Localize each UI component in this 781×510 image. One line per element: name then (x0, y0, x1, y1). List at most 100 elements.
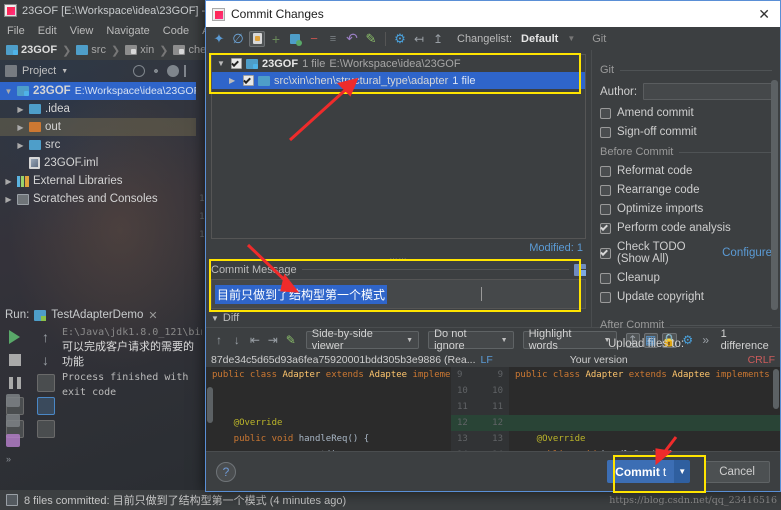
expand-arrow-icon[interactable]: ▶ (229, 76, 239, 85)
print-icon[interactable] (36, 420, 55, 438)
commit-message-input[interactable]: 目前只做到了结构型第一个模式 (211, 279, 586, 309)
ignore-mode-combo[interactable]: Do not ignore ▼ (428, 328, 514, 352)
cleanup-checkbox[interactable] (600, 272, 611, 284)
check-todo-checkbox[interactable] (600, 247, 611, 259)
changed-files-tree[interactable]: ▼ 23GOF 1 file E:\Workspace\idea\23GOF ▶… (211, 54, 586, 239)
menu-item-edit[interactable]: Edit (38, 25, 57, 37)
export-icon[interactable] (6, 394, 20, 407)
move-to-changelist-icon[interactable] (287, 31, 303, 47)
menu-item-code[interactable]: Code (163, 25, 189, 37)
reformat-code-row[interactable]: Reformat code (600, 165, 772, 177)
show-diff-icon[interactable] (249, 30, 265, 47)
author-field[interactable] (643, 83, 772, 100)
tree-row[interactable]: ▶ .idea (0, 100, 196, 118)
diff-section-header[interactable]: ▼ Diff (206, 309, 591, 324)
expand-arrow-icon[interactable]: ▶ (16, 105, 25, 114)
diff-left-scrollbar[interactable] (207, 387, 213, 423)
rearrange-code-row[interactable]: Rearrange code (600, 184, 772, 196)
sign-off-commit-checkbox[interactable] (600, 126, 611, 138)
tree-row[interactable]: ▶ src (0, 136, 196, 154)
edit-source-icon[interactable]: ✎ (284, 333, 298, 348)
collapse-all-icon[interactable]: ↥ (430, 31, 446, 47)
menu-item-navigate[interactable]: Navigate (106, 25, 149, 37)
up-arrow-icon[interactable] (37, 328, 55, 346)
delete-icon[interactable]: − (306, 31, 322, 47)
expand-arrow-icon[interactable]: ▶ (4, 177, 13, 186)
optimize-imports-checkbox[interactable] (600, 203, 611, 215)
expand-arrow-icon[interactable]: ▶ (4, 195, 13, 204)
diff-content[interactable]: public class Adapter extends Adaptee imp… (206, 367, 780, 451)
next-difference-icon[interactable]: ↓ (230, 333, 244, 348)
rerun-button[interactable] (6, 328, 24, 346)
gear-icon[interactable] (167, 65, 179, 77)
tree-row[interactable]: ▼ 23GOF E:\Workspace\idea\23GOF (0, 82, 196, 100)
optimize-imports-row[interactable]: Optimize imports (600, 203, 772, 215)
settings-icon[interactable]: ⚙ (392, 31, 408, 47)
menu-item-view[interactable]: View (70, 25, 94, 37)
perform-code-analysis-checkbox[interactable] (600, 222, 611, 234)
apply-left-icon[interactable]: ⇤ (248, 333, 262, 348)
commit-history-icon[interactable] (574, 263, 587, 277)
close-icon[interactable]: ✕ (148, 309, 157, 322)
splitter-handle[interactable]: ⋯⋯ (206, 254, 591, 263)
file-tree-row[interactable]: ▶ src\xin\chen\structural_type\adapter 1… (212, 72, 585, 89)
expand-all-icon[interactable]: ↤ (411, 31, 427, 47)
update-copyright-row[interactable]: Update copyright (600, 291, 772, 303)
project-tree[interactable]: ▼ 23GOF E:\Workspace\idea\23GOF ▶ .idea … (0, 82, 196, 300)
dialog-toolbar[interactable]: ✦ ∅ + − ≡ ↶ ✎ ⚙ ↤ ↥ Changelist: Default … (206, 27, 780, 50)
expand-arrow-icon[interactable]: ▼ (4, 87, 13, 96)
viewer-mode-combo[interactable]: Side-by-side viewer ▼ (305, 328, 420, 352)
update-copyright-checkbox[interactable] (600, 291, 611, 303)
menu-item-file[interactable]: File (7, 25, 25, 37)
amend-commit-checkbox[interactable] (600, 107, 611, 119)
chevron-down-icon[interactable]: ▼ (61, 68, 68, 75)
tree-row[interactable]: ▶ Scratches and Consoles (0, 190, 196, 208)
breadcrumb-item-src[interactable]: src (76, 44, 106, 56)
add-icon[interactable]: + (268, 31, 284, 47)
diff-right-scrollbar[interactable] (773, 369, 779, 409)
diff-right-pane[interactable]: public class Adapter extends Adaptee imp… (509, 367, 780, 451)
perform-code-analysis-row[interactable]: Perform code analysis (600, 222, 772, 234)
revert-icon[interactable]: ↶ (344, 30, 360, 47)
check-todo-row[interactable]: Check TODO (Show All) Configure (600, 241, 772, 265)
expand-arrow-icon[interactable]: ▼ (211, 314, 219, 323)
stop-button[interactable] (6, 351, 24, 369)
scrollbar-thumb[interactable] (771, 80, 778, 310)
rearrange-code-checkbox[interactable] (600, 184, 611, 196)
breadcrumb-item-project[interactable]: 23GOF (6, 44, 57, 56)
expand-arrow-icon[interactable]: ▼ (217, 59, 227, 68)
breadcrumb-item-xin[interactable]: xin (125, 44, 154, 56)
changelist-value[interactable]: Default (521, 33, 558, 45)
previous-difference-icon[interactable]: ↑ (212, 333, 226, 348)
more-icon[interactable]: » (6, 454, 20, 467)
cleanup-row[interactable]: Cleanup (600, 272, 772, 284)
settings-pin-icon[interactable] (6, 434, 20, 447)
tree-row[interactable]: ▶ out (0, 118, 196, 136)
chevron-down-icon[interactable]: ▼ (567, 34, 575, 43)
group-by-icon[interactable]: ≡ (325, 31, 341, 47)
sign-off-commit-row[interactable]: Sign-off commit (600, 126, 772, 138)
tree-row[interactable]: ▶ External Libraries (0, 172, 196, 190)
reformat-code-checkbox[interactable] (600, 165, 611, 177)
run-tab-label[interactable]: TestAdapterDemo (51, 309, 143, 321)
expand-arrow-icon[interactable]: ▶ (16, 123, 25, 132)
hide-icon[interactable] (184, 65, 196, 77)
file-checkbox[interactable] (243, 75, 254, 86)
file-checkbox[interactable] (231, 58, 242, 69)
apply-right-icon[interactable]: ⇥ (266, 333, 280, 348)
close-icon[interactable]: ✕ (754, 6, 774, 23)
help-button[interactable]: ? (216, 461, 236, 482)
rollback-refresh-icon[interactable]: ∅ (230, 31, 246, 47)
commit-dropdown-arrow[interactable]: ▼ (674, 460, 691, 483)
configure-link[interactable]: Configure (722, 247, 772, 259)
amend-commit-row[interactable]: Amend commit (600, 107, 772, 119)
cancel-button[interactable]: Cancel (704, 460, 770, 483)
commit-button[interactable]: Commit t (607, 460, 675, 483)
diff-left-pane[interactable]: public class Adapter extends Adaptee imp… (206, 367, 451, 451)
scroll-to-end-icon[interactable] (36, 397, 55, 415)
options-scrollbar[interactable] (771, 80, 778, 320)
tree-row[interactable]: 23GOF.iml (0, 154, 196, 172)
expand-arrow-icon[interactable]: ▶ (16, 141, 25, 150)
target-icon[interactable] (150, 65, 162, 77)
console-icon[interactable] (6, 414, 20, 427)
